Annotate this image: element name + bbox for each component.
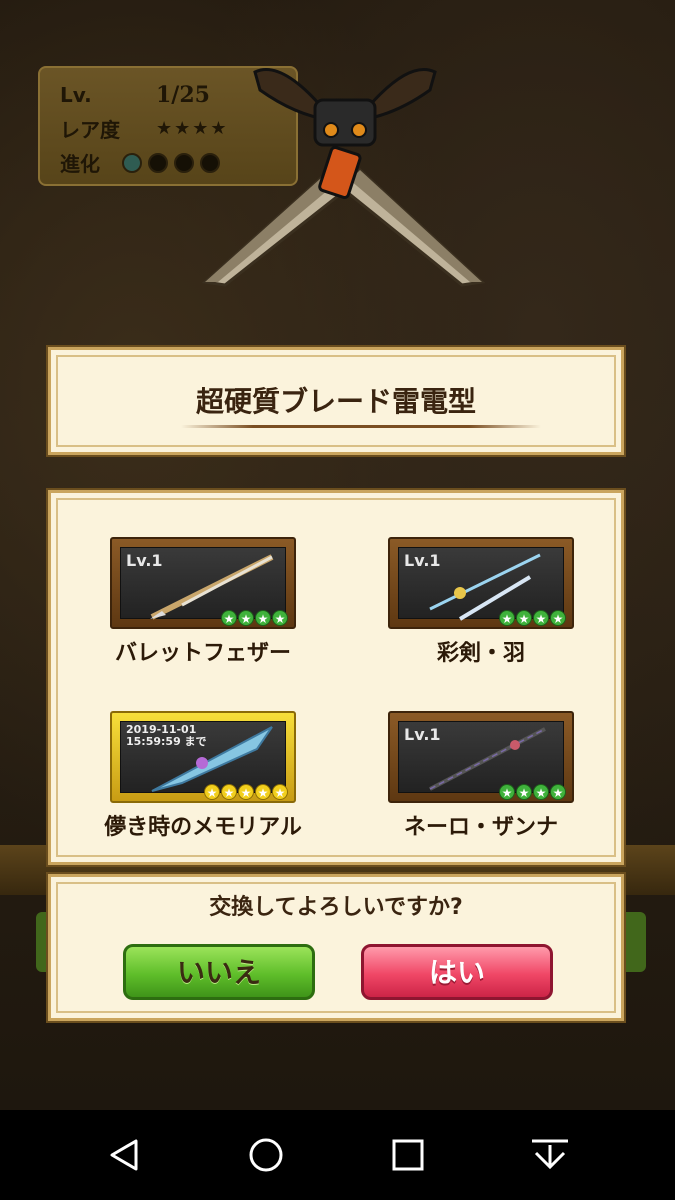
blade-handles xyxy=(253,67,437,199)
level-label: Lv. xyxy=(60,83,92,107)
item-rarity-stars: ★ ★ ★ ★ xyxy=(499,784,566,800)
rarity-star-icon: ★ xyxy=(516,610,532,626)
rarity-star-icon: ★ xyxy=(255,610,271,626)
rarity-star-icon: ★ xyxy=(272,610,288,626)
item-name: ネーロ・ザンナ xyxy=(403,815,558,840)
confirm-question: 交換してよろしいですか? xyxy=(209,895,463,920)
item-frame: Lv.1 ★ ★ ★ ★ xyxy=(388,711,574,803)
item-name: 儚き時のメモリアル xyxy=(104,815,302,840)
crossed-blades-illustration xyxy=(201,67,486,287)
yes-button[interactable]: はい xyxy=(361,944,553,1000)
item-frame: Lv.1 ★ ★ ★ ★ xyxy=(110,537,296,629)
star-icon: ★ xyxy=(174,117,191,139)
blade-right xyxy=(339,167,486,287)
item-rarity-stars: ★ ★ ★ ★ xyxy=(221,610,288,626)
weapon-title: 超硬質ブレード雷電型 xyxy=(195,385,476,418)
rarity-star-icon: ★ xyxy=(221,784,237,800)
item-level-badge: Lv.1 xyxy=(404,551,441,570)
android-navigation-bar xyxy=(0,1110,675,1200)
evolution-dot xyxy=(148,152,168,173)
rarity-star-icon: ★ xyxy=(221,610,237,626)
evolution-row: 進化 xyxy=(60,148,220,177)
item-rarity-stars: ★ ★ ★ ★ xyxy=(499,610,566,626)
level-row: Lv. 1/25 xyxy=(60,82,210,108)
rarity-star-icon: ★ xyxy=(499,784,515,800)
item-card[interactable]: Lv.1 ★ ★ ★ ★ 彩剣・羽 xyxy=(351,537,611,667)
rarity-label: レア度 xyxy=(60,118,120,142)
rarity-star-icon: ★ xyxy=(499,610,515,626)
item-rarity-stars: ★ ★ ★ ★ ★ xyxy=(204,784,288,800)
keyboard-hide-icon[interactable] xyxy=(530,1135,570,1175)
item-name: 彩剣・羽 xyxy=(436,641,525,666)
item-limit-date: 2019-11-01 15:59:59 まで xyxy=(126,724,207,748)
item-level-badge: Lv.1 xyxy=(404,725,441,744)
rarity-star-icon: ★ xyxy=(550,610,566,626)
evolution-label: 進化 xyxy=(60,152,100,176)
item-card[interactable]: 2019-11-01 15:59:59 まで ★ ★ ★ ★ ★ 儚き時のメモリアル xyxy=(73,711,333,841)
star-icon: ★ xyxy=(156,117,173,139)
item-level-badge: Lv.1 xyxy=(126,551,163,570)
rarity-star-icon: ★ xyxy=(238,610,254,626)
title-underline xyxy=(181,425,541,428)
back-icon[interactable] xyxy=(104,1135,144,1175)
item-date-line2: 15:59:59 まで xyxy=(126,735,207,748)
item-frame: Lv.1 ★ ★ ★ ★ xyxy=(388,537,574,629)
evolution-dot xyxy=(174,152,194,173)
rarity-star-icon: ★ xyxy=(272,784,288,800)
rarity-star-icon: ★ xyxy=(255,784,271,800)
rarity-star-icon: ★ xyxy=(204,784,220,800)
rarity-star-icon: ★ xyxy=(533,610,549,626)
rarity-star-icon: ★ xyxy=(550,784,566,800)
weapon-title-panel: 超硬質ブレード雷電型 xyxy=(48,347,624,455)
item-name: バレットフェザー xyxy=(114,641,291,666)
rarity-star-icon: ★ xyxy=(238,784,254,800)
item-card[interactable]: Lv.1 ★ ★ ★ ★ ネーロ・ザンナ xyxy=(351,711,611,841)
rarity-star-icon: ★ xyxy=(516,784,532,800)
exchange-items-panel: Lv.1 ★★★★ バレットフェザー Lv.1 ★★★★ 彩剣・羽 xyxy=(48,490,624,865)
no-button[interactable]: いいえ xyxy=(123,944,315,1000)
item-frame: 2019-11-01 15:59:59 まで ★ ★ ★ ★ ★ xyxy=(110,711,296,803)
confirm-dialog: 交換してよろしいですか? いいえ はい xyxy=(48,874,624,1021)
recents-icon[interactable] xyxy=(388,1135,428,1175)
home-icon[interactable] xyxy=(246,1135,286,1175)
evolution-dot xyxy=(122,152,142,173)
item-card[interactable]: Lv.1 ★ ★ ★ ★ バレットフェザー xyxy=(73,537,333,667)
rarity-star-icon: ★ xyxy=(533,784,549,800)
